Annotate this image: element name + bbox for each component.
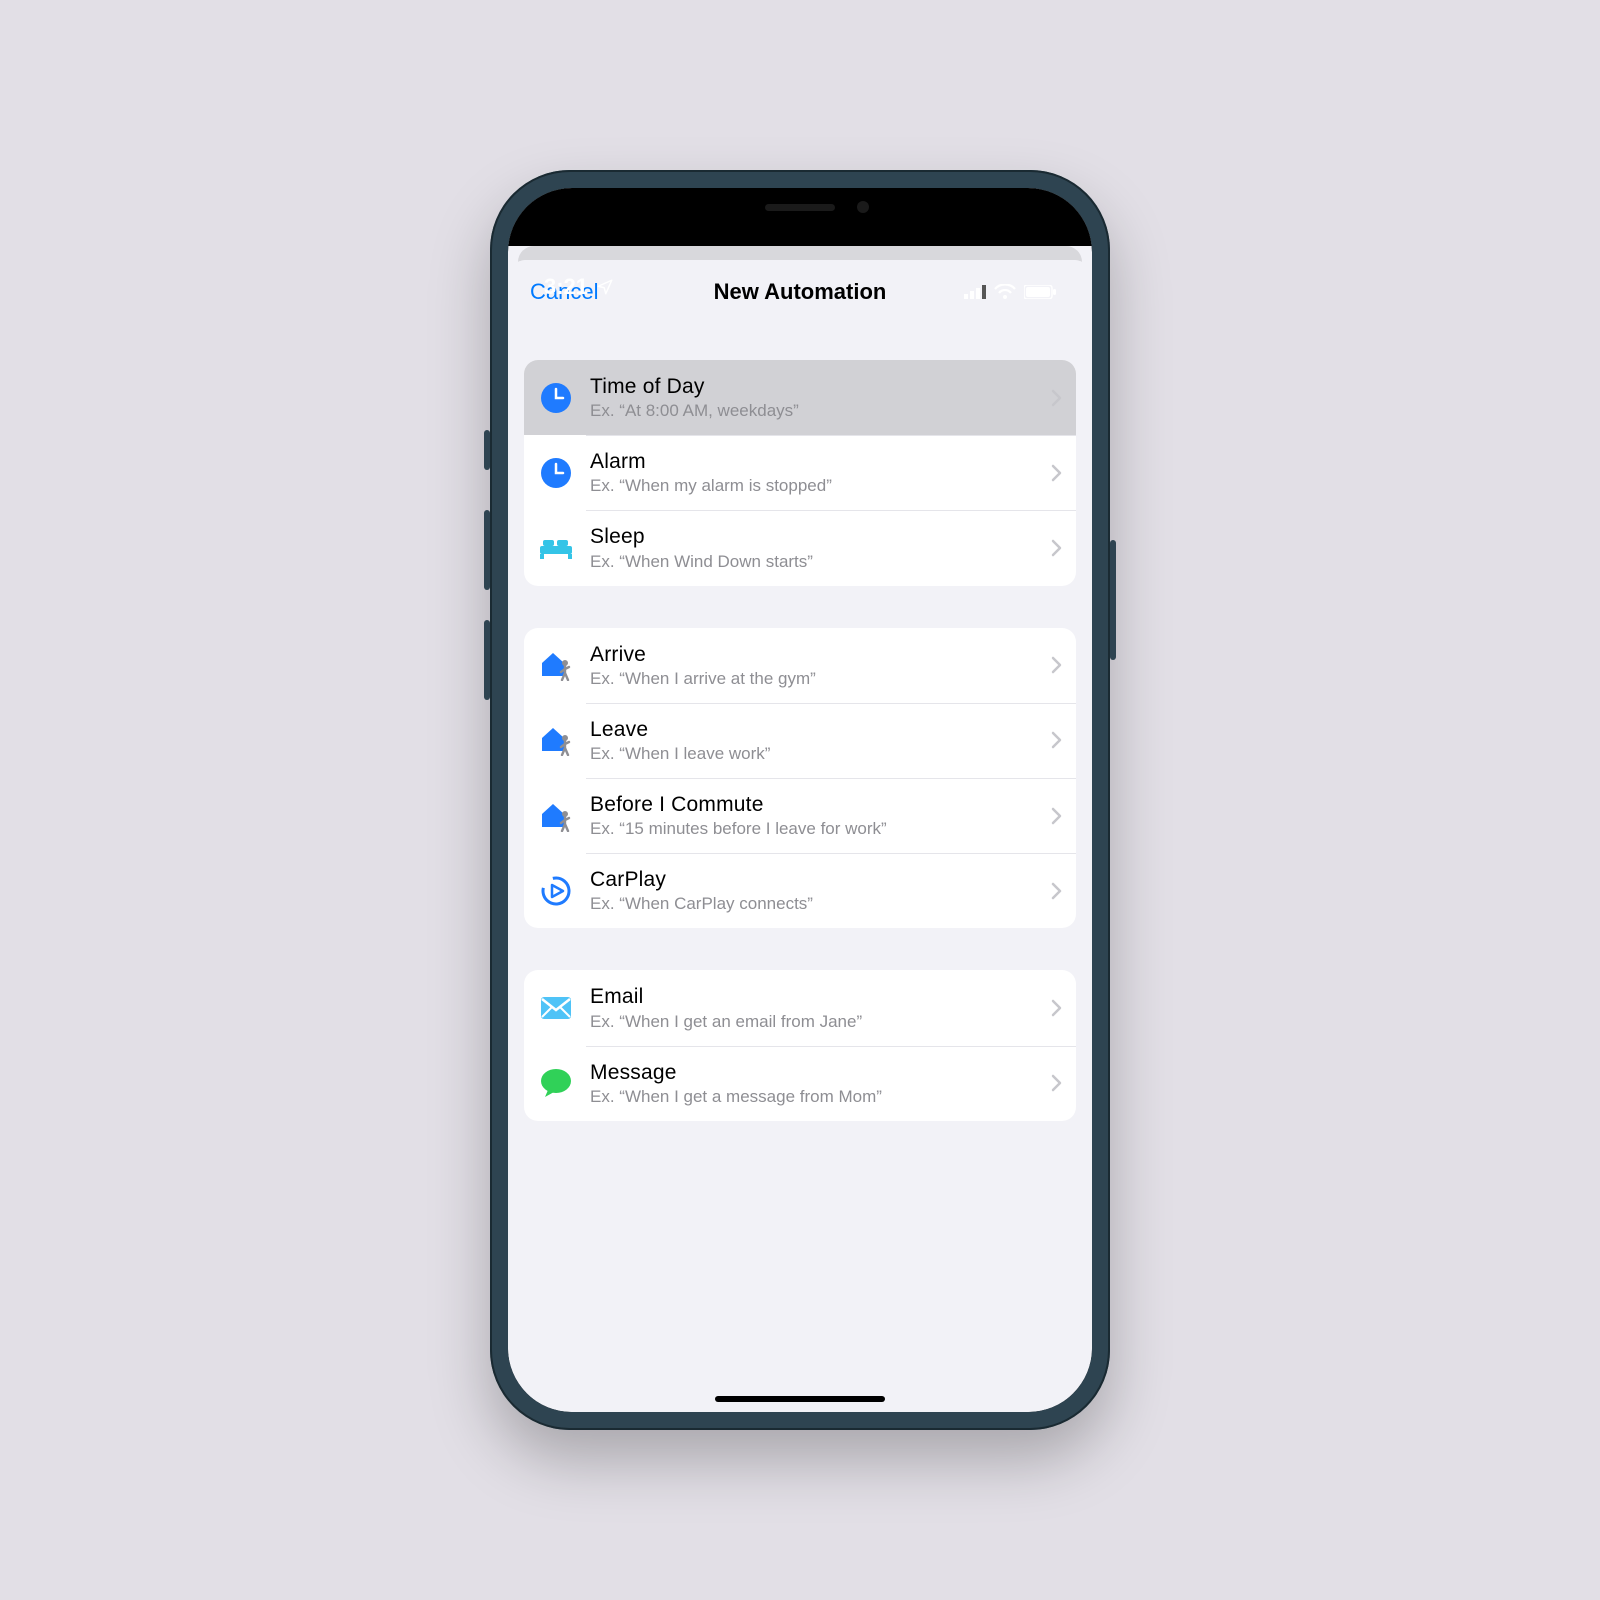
row-carplay[interactable]: CarPlay Ex. “When CarPlay connects” bbox=[524, 853, 1076, 928]
chevron-right-icon bbox=[1051, 656, 1062, 674]
home-indicator[interactable] bbox=[715, 1396, 885, 1402]
row-leave[interactable]: Leave Ex. “When I leave work” bbox=[524, 703, 1076, 778]
row-subtitle: Ex. “15 minutes before I leave for work” bbox=[590, 819, 1035, 839]
row-arrive[interactable]: Arrive Ex. “When I arrive at the gym” bbox=[524, 628, 1076, 703]
row-subtitle: Ex. “When I get a message from Mom” bbox=[590, 1087, 1035, 1107]
chevron-right-icon bbox=[1051, 539, 1062, 557]
group-location: Arrive Ex. “When I arrive at the gym” bbox=[524, 628, 1076, 929]
chevron-right-icon bbox=[1051, 731, 1062, 749]
row-subtitle: Ex. “When CarPlay connects” bbox=[590, 894, 1035, 914]
row-title: Time of Day bbox=[590, 374, 1035, 399]
house-person-icon bbox=[538, 800, 574, 832]
row-title: Alarm bbox=[590, 449, 1035, 474]
row-subtitle: Ex. “When I arrive at the gym” bbox=[590, 669, 1035, 689]
chevron-right-icon bbox=[1051, 464, 1062, 482]
house-person-icon bbox=[538, 649, 574, 681]
row-alarm[interactable]: Alarm Ex. “When my alarm is stopped” bbox=[524, 435, 1076, 510]
phone-screen-bezel: 3:21 bbox=[508, 188, 1092, 1412]
notch bbox=[675, 188, 925, 226]
row-subtitle: Ex. “When I get an email from Jane” bbox=[590, 1012, 1035, 1032]
bed-icon bbox=[538, 536, 574, 560]
row-message[interactable]: Message Ex. “When I get a message from M… bbox=[524, 1046, 1076, 1121]
cell-signal-icon bbox=[964, 285, 986, 299]
row-title: Email bbox=[590, 984, 1035, 1009]
row-sleep[interactable]: Sleep Ex. “When Wind Down starts” bbox=[524, 510, 1076, 585]
content-area: Time of Day Ex. “At 8:00 AM, weekdays” bbox=[508, 324, 1092, 1203]
row-subtitle: Ex. “When I leave work” bbox=[590, 744, 1035, 764]
wifi-icon bbox=[994, 284, 1016, 300]
chevron-right-icon bbox=[1051, 807, 1062, 825]
row-subtitle: Ex. “When my alarm is stopped” bbox=[590, 476, 1035, 496]
message-icon bbox=[538, 1068, 574, 1098]
carplay-icon bbox=[538, 875, 574, 907]
mail-icon bbox=[538, 996, 574, 1020]
row-title: CarPlay bbox=[590, 867, 1035, 892]
row-email[interactable]: Email Ex. “When I get an email from Jane… bbox=[524, 970, 1076, 1045]
clock-icon bbox=[538, 457, 574, 489]
battery-icon bbox=[1024, 285, 1056, 299]
modal-sheet: Cancel New Automation Time of Day Ex. “A… bbox=[508, 260, 1092, 1412]
location-icon bbox=[596, 278, 614, 296]
group-communication: Email Ex. “When I get an email from Jane… bbox=[524, 970, 1076, 1120]
chevron-right-icon bbox=[1051, 1074, 1062, 1092]
status-bar: 3:21 bbox=[508, 246, 1092, 304]
clock-icon bbox=[538, 382, 574, 414]
row-title: Message bbox=[590, 1060, 1035, 1085]
phone-frame: 3:21 bbox=[490, 170, 1110, 1430]
chevron-right-icon bbox=[1051, 999, 1062, 1017]
row-title: Arrive bbox=[590, 642, 1035, 667]
row-time-of-day[interactable]: Time of Day Ex. “At 8:00 AM, weekdays” bbox=[524, 360, 1076, 435]
house-person-icon bbox=[538, 724, 574, 756]
chevron-right-icon bbox=[1051, 882, 1062, 900]
row-title: Leave bbox=[590, 717, 1035, 742]
row-title: Before I Commute bbox=[590, 792, 1035, 817]
row-subtitle: Ex. “At 8:00 AM, weekdays” bbox=[590, 401, 1035, 421]
group-time: Time of Day Ex. “At 8:00 AM, weekdays” bbox=[524, 360, 1076, 586]
row-subtitle: Ex. “When Wind Down starts” bbox=[590, 552, 1035, 572]
screen: 3:21 bbox=[508, 188, 1092, 1412]
chevron-right-icon bbox=[1051, 389, 1062, 407]
status-time: 3:21 bbox=[544, 274, 588, 300]
row-title: Sleep bbox=[590, 524, 1035, 549]
row-before-commute[interactable]: Before I Commute Ex. “15 minutes before … bbox=[524, 778, 1076, 853]
